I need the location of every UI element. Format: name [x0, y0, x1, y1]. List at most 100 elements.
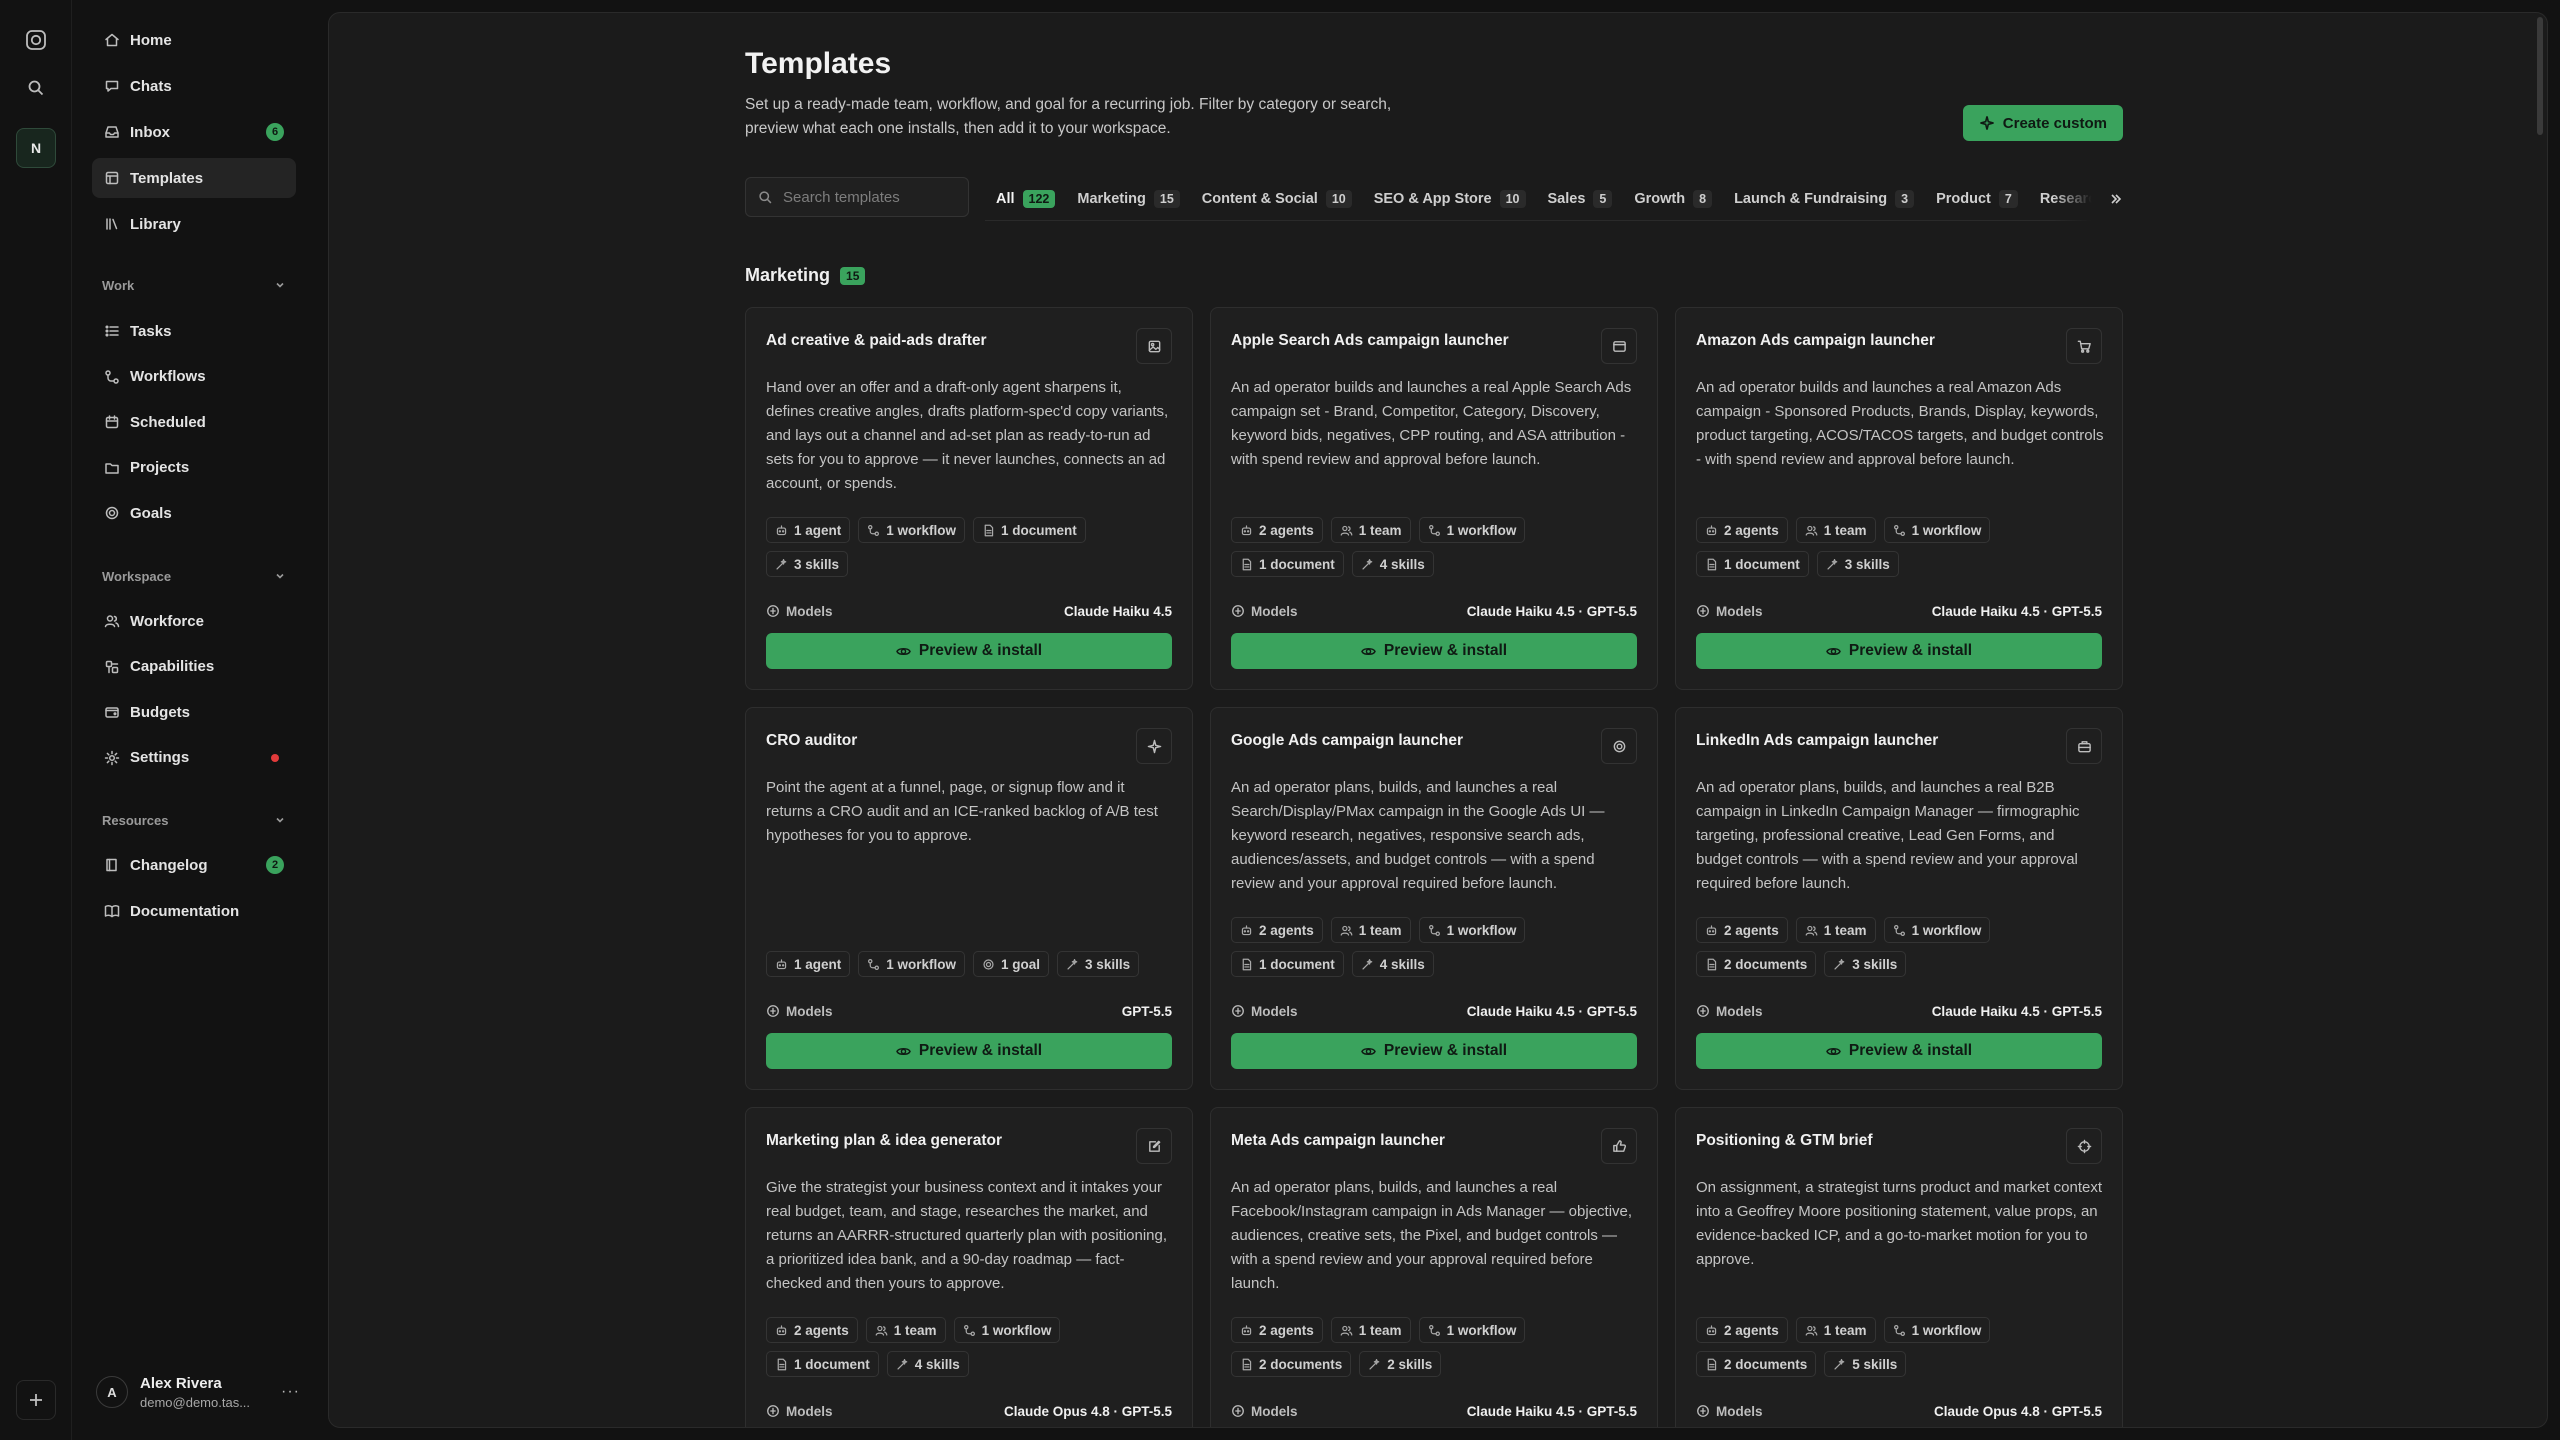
- chip-label: 4 skills: [1379, 956, 1425, 972]
- card-chip: 1 team: [865, 1317, 946, 1343]
- chip-label: 3 skills: [1844, 556, 1890, 572]
- card-chip: 4 skills: [1351, 951, 1434, 977]
- chip-label: 1 workflow: [1446, 522, 1517, 538]
- sidebar-item-templates[interactable]: Templates: [92, 158, 296, 198]
- sidebar-item-projects[interactable]: Projects: [92, 448, 296, 488]
- chip-label: 1 workflow: [886, 956, 957, 972]
- tab-sales[interactable]: Sales 5: [1537, 177, 1624, 220]
- cart-icon: [2077, 340, 2091, 353]
- count-badge: 2: [266, 856, 284, 874]
- tab-seo-app-store[interactable]: SEO & App Store 10: [1363, 177, 1537, 220]
- workspace-initial: N: [30, 140, 42, 156]
- preview-install-button[interactable]: Preview & install: [1231, 1033, 1637, 1069]
- chip-label: 1 workflow: [1911, 522, 1982, 538]
- card-chips: 2 agents 1 team 1 workflow 1 document 4 skil…: [766, 1317, 1174, 1377]
- sidebar-item-settings[interactable]: Settings: [92, 738, 296, 778]
- tab-all[interactable]: All 122: [985, 177, 1066, 220]
- sidebar-item-scheduled[interactable]: Scheduled: [92, 402, 296, 442]
- tasks-icon: [105, 325, 119, 337]
- sidebar-item-capabilities[interactable]: Capabilities: [92, 647, 296, 687]
- agent-icon: [1241, 524, 1252, 535]
- target-icon: [983, 958, 994, 970]
- preview-install-label: Preview & install: [1848, 1042, 1973, 1059]
- create-custom-button[interactable]: Create custom: [1962, 105, 2123, 141]
- add-workspace-button[interactable]: [16, 1380, 56, 1420]
- tab-growth[interactable]: Growth 8: [1623, 177, 1723, 220]
- models-label: Models: [766, 604, 833, 619]
- sidebar-item-changelog[interactable]: Changelog 2: [92, 845, 296, 885]
- tab-launch-fundraising[interactable]: Launch & Fundraising 3: [1723, 177, 1925, 220]
- card-models-row: Models Claude Opus 4.8 · GPT-5.5: [1696, 1401, 2102, 1421]
- models-icon: [1697, 605, 1709, 617]
- target-icon: [105, 506, 119, 520]
- sidebar-item-documentation[interactable]: Documentation: [92, 891, 296, 931]
- card-chip: 2 documents: [1696, 951, 1817, 977]
- template-card[interactable]: Apple Search Ads campaign launcher An ad …: [1210, 307, 1658, 690]
- models-label: Models: [1696, 1404, 1763, 1419]
- search-box[interactable]: [745, 177, 969, 217]
- sidebar-item-budgets[interactable]: Budgets: [92, 692, 296, 732]
- sidebar-item-inbox[interactable]: Inbox 6: [92, 112, 296, 152]
- sidebar-section-workspace[interactable]: Workspace: [102, 564, 286, 588]
- models-icon: [1232, 1005, 1244, 1017]
- tab-content-social[interactable]: Content & Social 10: [1191, 177, 1363, 220]
- chip-label: 2 agents: [1724, 922, 1779, 938]
- template-card[interactable]: Amazon Ads campaign launcher An ad operat…: [1675, 307, 2123, 690]
- sidebar: Home Chats Inbox 6 Templates Library Work Tas…: [72, 0, 320, 1440]
- eye-icon: [1826, 1047, 1841, 1055]
- chip-label: 1 document: [1259, 956, 1335, 972]
- sidebar-item-chats[interactable]: Chats: [92, 66, 296, 106]
- browser-icon: [1612, 340, 1626, 352]
- document-icon: [1242, 958, 1252, 970]
- page-title: Templates: [745, 47, 892, 80]
- card-chip: 1 team: [1330, 1317, 1411, 1343]
- chat-icon: [105, 80, 119, 92]
- sidebar-item-library[interactable]: Library: [92, 204, 296, 244]
- models-icon: [1697, 1005, 1709, 1017]
- template-card[interactable]: LinkedIn Ads campaign launcher An ad oper…: [1675, 707, 2123, 1090]
- more-icon[interactable]: ···: [281, 1383, 300, 1401]
- preview-install-button[interactable]: Preview & install: [1696, 633, 2102, 669]
- sidebar-item-workforce[interactable]: Workforce: [92, 601, 296, 641]
- workflow-icon: [1893, 524, 1905, 536]
- sidebar-item-home[interactable]: Home: [92, 20, 296, 60]
- card-chip: 2 agents: [1231, 1317, 1323, 1343]
- card-icon-box: [1136, 1128, 1172, 1164]
- preview-install-button[interactable]: Preview & install: [1231, 633, 1637, 669]
- tab-product[interactable]: Product 7: [1925, 177, 2029, 220]
- scrollbar[interactable]: [2537, 17, 2543, 135]
- rail-search-icon[interactable]: [16, 68, 56, 108]
- template-card[interactable]: CRO auditor Point the agent at a funnel, …: [745, 707, 1193, 1090]
- document-icon: [777, 1358, 787, 1370]
- card-title: Marketing plan & idea generator: [766, 1132, 1002, 1149]
- template-card[interactable]: Meta Ads campaign launcher An ad operator…: [1210, 1107, 1658, 1427]
- workspace-switcher[interactable]: N: [16, 128, 56, 168]
- search-input[interactable]: [783, 188, 953, 206]
- sidebar-item-goals[interactable]: Goals: [92, 493, 296, 533]
- eye-icon: [896, 1047, 911, 1055]
- sidebar-section-work[interactable]: Work: [102, 273, 286, 297]
- preview-install-button[interactable]: Preview & install: [766, 1033, 1172, 1069]
- template-card[interactable]: Google Ads campaign launcher An ad operat…: [1210, 707, 1658, 1090]
- sidebar-item-tasks[interactable]: Tasks: [92, 311, 296, 351]
- preview-install-button[interactable]: Preview & install: [1696, 1033, 2102, 1069]
- tabs-scroll-right[interactable]: [2053, 177, 2123, 221]
- card-models-row: Models Claude Haiku 4.5 · GPT-5.5: [1231, 1001, 1637, 1021]
- models-label-text: Models: [1716, 603, 1763, 619]
- template-card[interactable]: Marketing plan & idea generator Give the …: [745, 1107, 1193, 1427]
- sidebar-section-resources[interactable]: Resources: [102, 808, 286, 832]
- workflow-icon: [963, 1324, 975, 1336]
- template-card[interactable]: Ad creative & paid-ads drafter Hand over …: [745, 307, 1193, 690]
- workflow-icon: [1428, 924, 1440, 936]
- user-menu[interactable]: A Alex Rivera demo@demo.tas... ···: [96, 1366, 300, 1418]
- tab-marketing[interactable]: Marketing 15: [1066, 177, 1190, 220]
- card-description: An ad operator plans, builds, and launch…: [1696, 779, 2080, 892]
- card-chip: 1 team: [1795, 1317, 1876, 1343]
- sidebar-item-workflows[interactable]: Workflows: [92, 357, 296, 397]
- preview-install-button[interactable]: Preview & install: [766, 633, 1172, 669]
- template-card[interactable]: Positioning & GTM brief On assignment, a …: [1675, 1107, 2123, 1427]
- app-logo-icon[interactable]: [16, 20, 56, 60]
- sidebar-item-label: Settings: [130, 749, 190, 766]
- card-description: An ad operator builds and launches a rea…: [1696, 379, 2104, 468]
- document-icon: [1707, 958, 1717, 970]
